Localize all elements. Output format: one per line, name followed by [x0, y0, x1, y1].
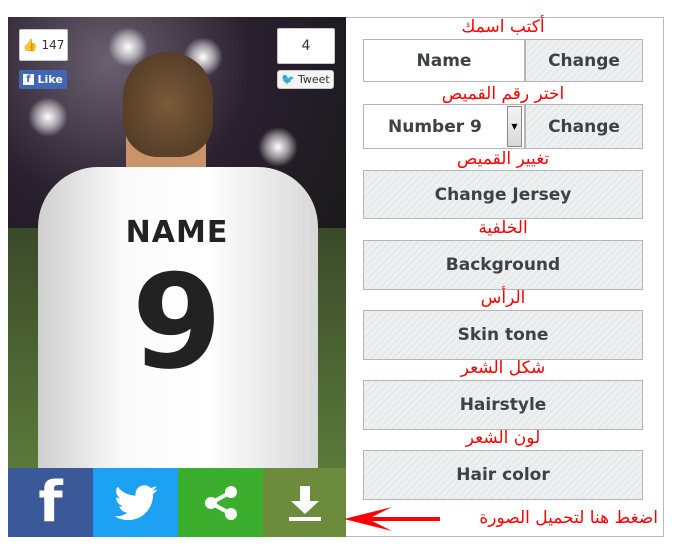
number-select-value: Number 9	[388, 116, 482, 137]
tweet-count: 4	[277, 28, 335, 64]
share-twitter-button[interactable]	[93, 468, 178, 537]
number-select[interactable]: Number 9	[363, 104, 525, 149]
name-hint: أكتب اسمك	[461, 17, 545, 37]
twitter-bird-icon: 🐦	[281, 73, 295, 86]
share-facebook-button[interactable]: f	[8, 468, 93, 537]
twitter-icon	[113, 484, 158, 520]
hairstyle-hint: شكل الشعر	[460, 358, 546, 378]
jersey-hint: تغيير القميص	[456, 149, 550, 169]
skin-tone-button[interactable]: Skin tone	[363, 310, 643, 360]
skin-hint: الرأس	[480, 288, 526, 308]
number-change-button[interactable]: Change	[525, 104, 643, 149]
change-jersey-button[interactable]: Change Jersey	[363, 170, 643, 219]
hairstyle-button[interactable]: Hairstyle	[363, 380, 643, 430]
share-button[interactable]	[178, 468, 263, 537]
hair-color-button[interactable]: Hair color	[363, 450, 643, 500]
facebook-icon: f	[23, 74, 34, 85]
background-button[interactable]: Background	[363, 240, 643, 290]
jersey-name-text: NAME	[125, 215, 229, 250]
like-count-value: 147	[41, 38, 65, 52]
like-count: 👍 147	[19, 29, 68, 61]
number-hint: اختر رقم القميص	[441, 84, 565, 104]
name-change-button[interactable]: Change	[525, 39, 643, 82]
background-hint: الخلفية	[478, 218, 528, 238]
tweet-button[interactable]: 🐦 Tweet	[277, 70, 334, 89]
facebook-icon: f	[38, 470, 63, 535]
player-head	[123, 52, 213, 157]
download-icon	[288, 485, 321, 521]
like-label: Like	[37, 73, 63, 86]
name-input[interactable]: Name	[363, 39, 525, 82]
facebook-like-button[interactable]: f Like	[19, 70, 67, 89]
tweet-label: Tweet	[297, 73, 330, 86]
download-hint: اضغط هنا لتحميل الصورة	[479, 508, 658, 528]
download-button[interactable]	[263, 468, 346, 537]
arrow-left-icon	[344, 507, 440, 531]
hair-color-hint: لون الشعر	[465, 428, 541, 448]
jersey-number-text: 9	[131, 246, 223, 398]
thumbs-up-icon: 👍	[22, 38, 38, 52]
share-icon	[204, 485, 237, 520]
chevron-down-icon[interactable]: ▼	[507, 106, 522, 147]
